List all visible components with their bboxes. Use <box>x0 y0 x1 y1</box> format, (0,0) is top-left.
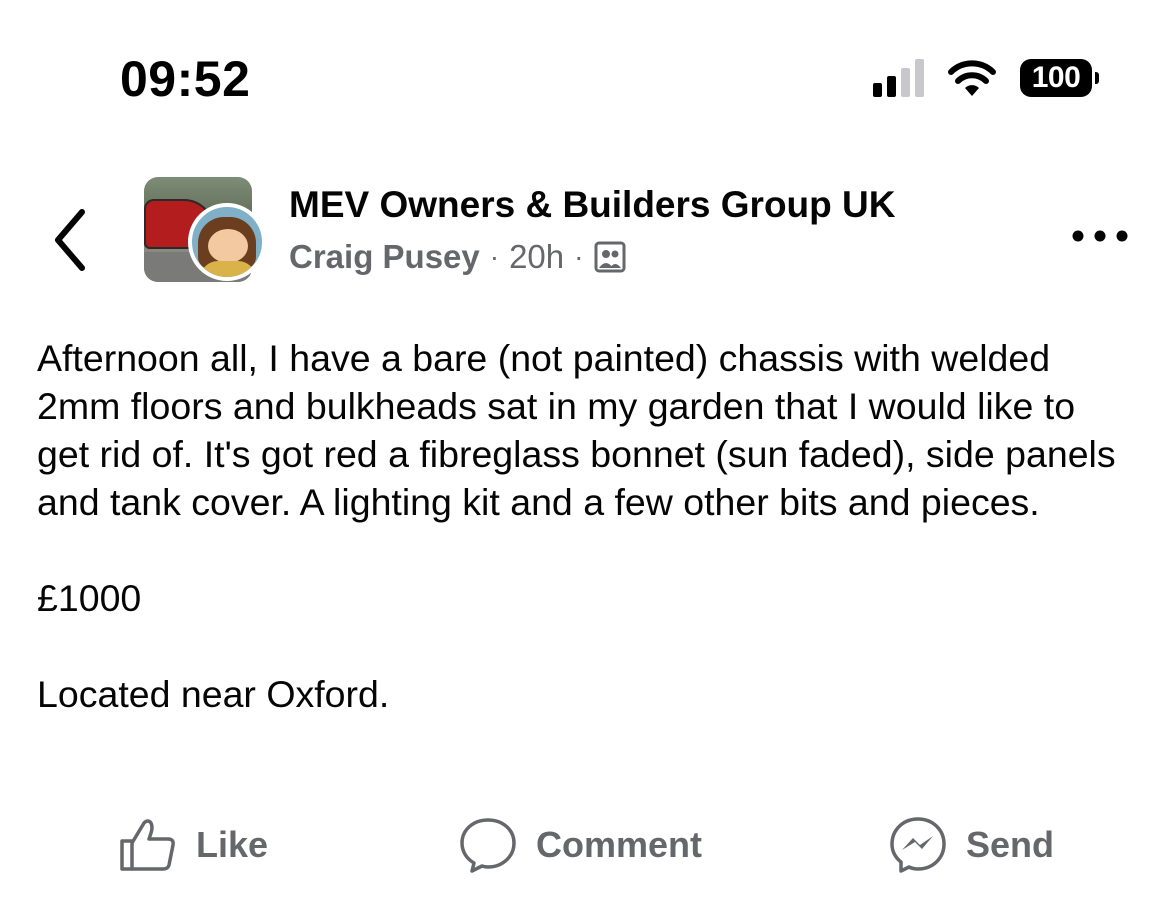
post-location: Located near Oxford. <box>37 673 390 715</box>
send-label: Send <box>966 824 1055 865</box>
meta-separator: · <box>489 241 500 272</box>
chevron-left-icon[interactable] <box>44 200 100 280</box>
post-paragraph: Afternoon all, I have a bare (not painte… <box>37 337 1116 523</box>
cellular-signal-icon <box>873 59 924 97</box>
like-label: Like <box>196 824 269 865</box>
post-meta: Craig Pusey · 20h · <box>289 238 627 276</box>
like-button[interactable]: Like <box>118 810 268 880</box>
post-text: Afternoon all, I have a bare (not painte… <box>37 334 1137 718</box>
battery-indicator: 100 <box>1020 59 1099 97</box>
more-horizontal-icon[interactable] <box>1070 220 1130 252</box>
comment-label: Comment <box>536 824 703 865</box>
comment-button[interactable]: Comment <box>458 810 702 880</box>
send-button[interactable]: Send <box>888 810 1054 880</box>
wifi-icon <box>948 60 996 96</box>
group-name[interactable]: MEV Owners & Builders Group UK <box>289 184 895 226</box>
comment-bubble-icon <box>460 818 516 873</box>
author-name[interactable]: Craig Pusey <box>289 238 480 276</box>
messenger-icon <box>890 817 946 873</box>
status-time: 09:52 <box>120 51 251 107</box>
group-audience-icon <box>594 241 626 273</box>
status-indicators: 100 <box>873 56 1099 100</box>
battery-level: 100 <box>1031 61 1081 94</box>
post-time[interactable]: 20h <box>509 238 564 276</box>
meta-separator: · <box>574 241 584 272</box>
thumbs-up-icon <box>120 819 175 871</box>
avatar[interactable] <box>188 203 266 281</box>
post-actions: Like Comment Send <box>0 810 1170 880</box>
post-price: £1000 <box>37 577 142 619</box>
